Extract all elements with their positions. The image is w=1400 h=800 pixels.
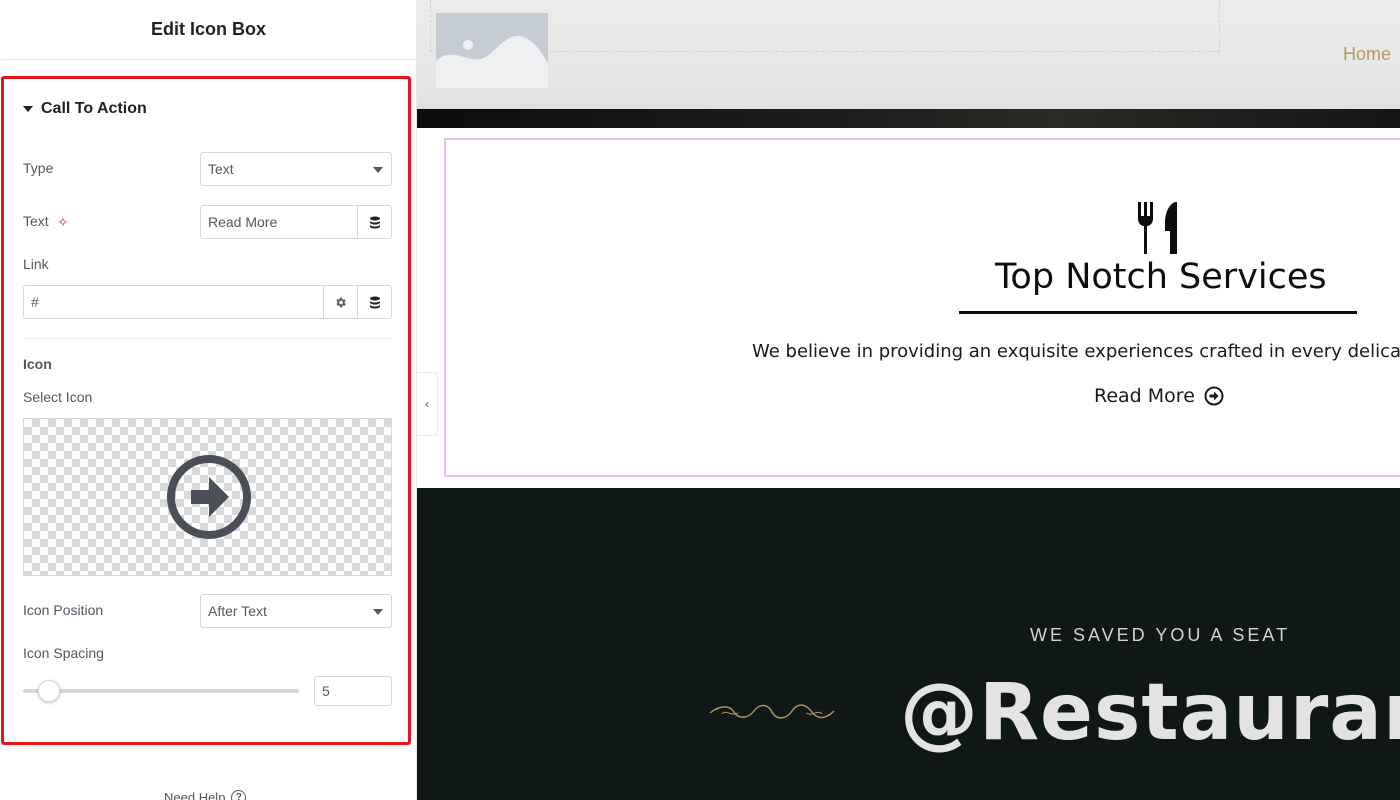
flourish-ornament-icon bbox=[709, 704, 835, 719]
hero-image-strip bbox=[417, 109, 1400, 128]
image-placeholder[interactable] bbox=[436, 13, 548, 88]
icon-spacing-label: Icon Spacing bbox=[23, 645, 104, 661]
question-icon: ? bbox=[231, 790, 247, 800]
read-more-label: Read More bbox=[1094, 385, 1195, 407]
link-label: Link bbox=[23, 256, 49, 272]
link-input-group: # bbox=[23, 285, 392, 319]
caret-down-icon bbox=[23, 106, 33, 112]
icon-position-value: After Text bbox=[208, 603, 267, 619]
dynamic-tags-button[interactable] bbox=[357, 206, 391, 238]
title-underline bbox=[959, 311, 1357, 314]
nav-link-home[interactable]: Home bbox=[1343, 44, 1391, 65]
section-heading: @Restaurant bbox=[900, 668, 1400, 758]
gear-icon bbox=[336, 297, 346, 307]
link-input[interactable]: # bbox=[24, 286, 323, 318]
need-help-label: Need Help bbox=[164, 790, 226, 800]
circle-arrow-right-icon bbox=[167, 455, 251, 539]
database-icon bbox=[369, 296, 380, 308]
section-toggle-call-to-action[interactable]: Call To Action bbox=[23, 100, 147, 118]
section-title: Call To Action bbox=[41, 100, 147, 117]
panel-title: Edit Icon Box bbox=[150, 19, 266, 39]
icon-box-title: Top Notch Services bbox=[995, 257, 1327, 297]
app-window: Edit Icon Box Call To Action Type Text T… bbox=[0, 0, 1400, 800]
chevron-down-icon bbox=[373, 167, 383, 173]
text-input-group: Read More bbox=[200, 205, 392, 239]
divider bbox=[23, 338, 392, 339]
icon-picker[interactable] bbox=[23, 418, 392, 576]
icon-box-description: We believe in providing an exquisite exp… bbox=[752, 341, 1400, 362]
page-preview: Home Top Notch Services We believe in pr… bbox=[417, 0, 1400, 800]
icon-spacing-slider-track[interactable] bbox=[23, 689, 299, 693]
select-icon-label: Select Icon bbox=[23, 389, 93, 405]
need-help-link[interactable]: Need Help ? bbox=[164, 790, 247, 800]
icon-spacing-input[interactable]: 5 bbox=[314, 676, 392, 706]
type-label: Type bbox=[23, 160, 54, 176]
database-icon bbox=[369, 216, 380, 228]
sparkle-icon[interactable]: ✧ bbox=[57, 214, 69, 231]
chevron-down-icon bbox=[373, 609, 383, 615]
type-select[interactable]: Text bbox=[200, 152, 392, 186]
link-options-button[interactable] bbox=[323, 286, 357, 318]
icon-spacing-slider-handle[interactable] bbox=[38, 680, 60, 702]
image-placeholder-icon bbox=[436, 13, 548, 88]
logo-container[interactable] bbox=[430, 0, 1220, 52]
text-input[interactable]: Read More bbox=[201, 206, 357, 238]
circle-arrow-right-icon bbox=[1204, 386, 1224, 406]
icon-heading: Icon bbox=[23, 356, 52, 372]
icon-box-widget[interactable] bbox=[444, 138, 1400, 477]
link-dynamic-tags-button[interactable] bbox=[357, 286, 391, 318]
utensils-icon bbox=[1138, 202, 1177, 254]
panel-header: Edit Icon Box bbox=[0, 0, 417, 60]
read-more-link[interactable]: Read More bbox=[1094, 385, 1224, 407]
section-tagline: WE SAVED YOU A SEAT bbox=[1030, 625, 1291, 645]
icon-position-select[interactable]: After Text bbox=[200, 594, 392, 628]
text-label: Text bbox=[23, 213, 49, 229]
editor-panel: Edit Icon Box Call To Action Type Text T… bbox=[0, 0, 417, 800]
type-value: Text bbox=[208, 161, 234, 177]
icon-position-label: Icon Position bbox=[23, 602, 104, 618]
